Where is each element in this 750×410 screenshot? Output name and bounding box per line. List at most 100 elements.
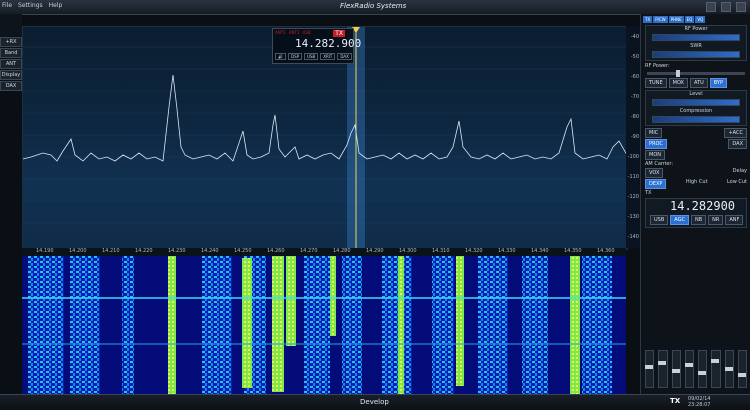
- tab-phne[interactable]: PHNE: [668, 16, 684, 23]
- am-carrier-row: AM Carrier:: [645, 161, 747, 167]
- waterfall-image: [22, 256, 626, 394]
- mic-dax-button[interactable]: DAX: [728, 139, 747, 149]
- anf-button[interactable]: ANF: [725, 215, 744, 225]
- mon-button[interactable]: MON: [645, 150, 665, 160]
- close-icon[interactable]: [736, 2, 746, 12]
- mic-row: MIC +ACC: [645, 128, 747, 138]
- slice-tag[interactable]: ANT1: [289, 30, 300, 35]
- fader-handle[interactable]: [671, 369, 680, 373]
- eq-fader[interactable]: [698, 350, 708, 388]
- eq-fader[interactable]: [737, 350, 747, 388]
- tab-vq[interactable]: VQ: [695, 16, 706, 23]
- frequency-tick-label: 14.220: [135, 248, 153, 254]
- atu-button[interactable]: ATU: [689, 78, 708, 88]
- band-button[interactable]: Band: [0, 48, 22, 58]
- db-tick-label: -120: [627, 194, 639, 200]
- db-tick-label: -60: [630, 74, 639, 80]
- tab-tx[interactable]: TX: [643, 16, 653, 23]
- mic-select[interactable]: MIC: [645, 128, 663, 138]
- eq-fader[interactable]: [711, 350, 721, 388]
- tab-pcw[interactable]: P/CW: [653, 16, 668, 23]
- delay-label: Delay: [732, 168, 747, 174]
- fader-handle[interactable]: [645, 365, 653, 369]
- vfo-frequency[interactable]: 14.282900: [670, 199, 746, 213]
- minimize-icon[interactable]: [706, 2, 716, 12]
- rf-power-meter: [652, 34, 740, 41]
- frequency-tick-label: 14.280: [333, 248, 351, 254]
- dsp-button[interactable]: DSP: [287, 53, 303, 60]
- xrit-button[interactable]: XRIT: [320, 53, 336, 60]
- profile-label: Develop: [360, 398, 389, 406]
- dexp-row: DEXP High Cut Low Cut: [645, 179, 747, 189]
- fader-handle[interactable]: [658, 361, 667, 365]
- frequency-tick-label: 14.260: [267, 248, 285, 254]
- frequency-tick-label: 14.270: [300, 248, 318, 254]
- slice-receiver-flag[interactable]: ANT1 ANT1 USB TX 14.282.900 🔊 DSP USB XR…: [272, 28, 361, 64]
- eq-faders: [645, 350, 747, 388]
- antenna-button[interactable]: ANT: [0, 59, 22, 69]
- db-tick-label: -100: [627, 154, 639, 160]
- waterfall-display[interactable]: [22, 256, 626, 394]
- fader-handle[interactable]: [698, 371, 706, 375]
- rf-power-slider[interactable]: [647, 70, 745, 77]
- menu-file[interactable]: File: [2, 2, 12, 9]
- agc-button[interactable]: AGC: [670, 215, 689, 225]
- db-tick-label: -90: [630, 134, 639, 140]
- eq-fader[interactable]: [658, 350, 668, 388]
- low-cut-label: Low Cut: [726, 179, 747, 185]
- db-tick-label: -70: [630, 94, 639, 100]
- tune-button[interactable]: TUNE: [645, 78, 667, 88]
- right-control-panel: TX P/CW PHNE EQ VQ RF Power SWR RF Power…: [640, 14, 750, 394]
- compression-meter: [652, 116, 740, 123]
- slice-tx-badge[interactable]: TX: [333, 30, 345, 37]
- frequency-scale[interactable]: 14.190 14.200 14.210 14.220 14.230 14.240 14.2…: [22, 248, 626, 256]
- slice-tag[interactable]: USB: [302, 30, 310, 35]
- menu-settings[interactable]: Settings: [18, 2, 43, 9]
- app-logo-title: FlexRadio Systems: [340, 2, 407, 10]
- eq-fader[interactable]: [671, 350, 681, 388]
- slice-frequency[interactable]: 14.282.900: [295, 37, 361, 50]
- fader-handle[interactable]: [724, 367, 733, 371]
- add-rx-button[interactable]: +RX: [0, 37, 22, 47]
- frequency-tick-label: 14.350: [564, 248, 582, 254]
- bypass-button[interactable]: BYP: [709, 78, 727, 88]
- slice-tag[interactable]: ANT1: [275, 30, 286, 35]
- frequency-tick-label: 14.190: [36, 248, 54, 254]
- mon-row: MON: [645, 150, 747, 160]
- fader-handle[interactable]: [684, 363, 693, 367]
- speaker-icon[interactable]: 🔊: [275, 53, 286, 60]
- db-tick-label: -80: [630, 114, 639, 120]
- dexp-button[interactable]: DEXP: [645, 179, 667, 189]
- maximize-icon[interactable]: [721, 2, 731, 12]
- fader-handle[interactable]: [737, 373, 746, 377]
- top-left-area: [0, 14, 22, 36]
- frequency-tick-label: 14.300: [399, 248, 417, 254]
- dax-button[interactable]: DAX: [0, 81, 22, 91]
- fader-handle[interactable]: [711, 359, 720, 363]
- nb-button[interactable]: NB: [690, 215, 707, 225]
- acc-button[interactable]: +ACC: [724, 128, 747, 138]
- db-tick-label: -130: [627, 214, 639, 220]
- rf-power-meter-label: RF Power: [684, 26, 708, 32]
- mox-button[interactable]: MOX: [668, 78, 688, 88]
- status-bar: Develop TX 09/02/14 23:28:07: [0, 394, 750, 410]
- slice-dax-button[interactable]: DAX: [337, 53, 352, 60]
- eq-fader[interactable]: [724, 350, 734, 388]
- left-button-bar: +RX Band ANT Display DAX: [0, 36, 22, 91]
- db-tick-label: -40: [630, 34, 639, 40]
- display-button[interactable]: Display: [0, 70, 22, 80]
- menu-help[interactable]: Help: [49, 2, 63, 9]
- swr-meter: [652, 51, 740, 58]
- slider-handle[interactable]: [676, 70, 681, 77]
- nr-button[interactable]: NR: [708, 215, 724, 225]
- frequency-tick-label: 14.340: [531, 248, 549, 254]
- eq-fader[interactable]: [645, 350, 655, 388]
- title-bar: File Settings Help FlexRadio Systems: [0, 0, 750, 15]
- eq-fader[interactable]: [684, 350, 694, 388]
- proc-button[interactable]: PROC: [645, 139, 667, 149]
- tab-eq[interactable]: EQ: [684, 16, 695, 23]
- mode-select[interactable]: USB: [650, 215, 669, 225]
- mode-button[interactable]: USB: [304, 53, 319, 60]
- vox-button[interactable]: VOX: [645, 168, 664, 178]
- tx-label: TX: [645, 190, 652, 196]
